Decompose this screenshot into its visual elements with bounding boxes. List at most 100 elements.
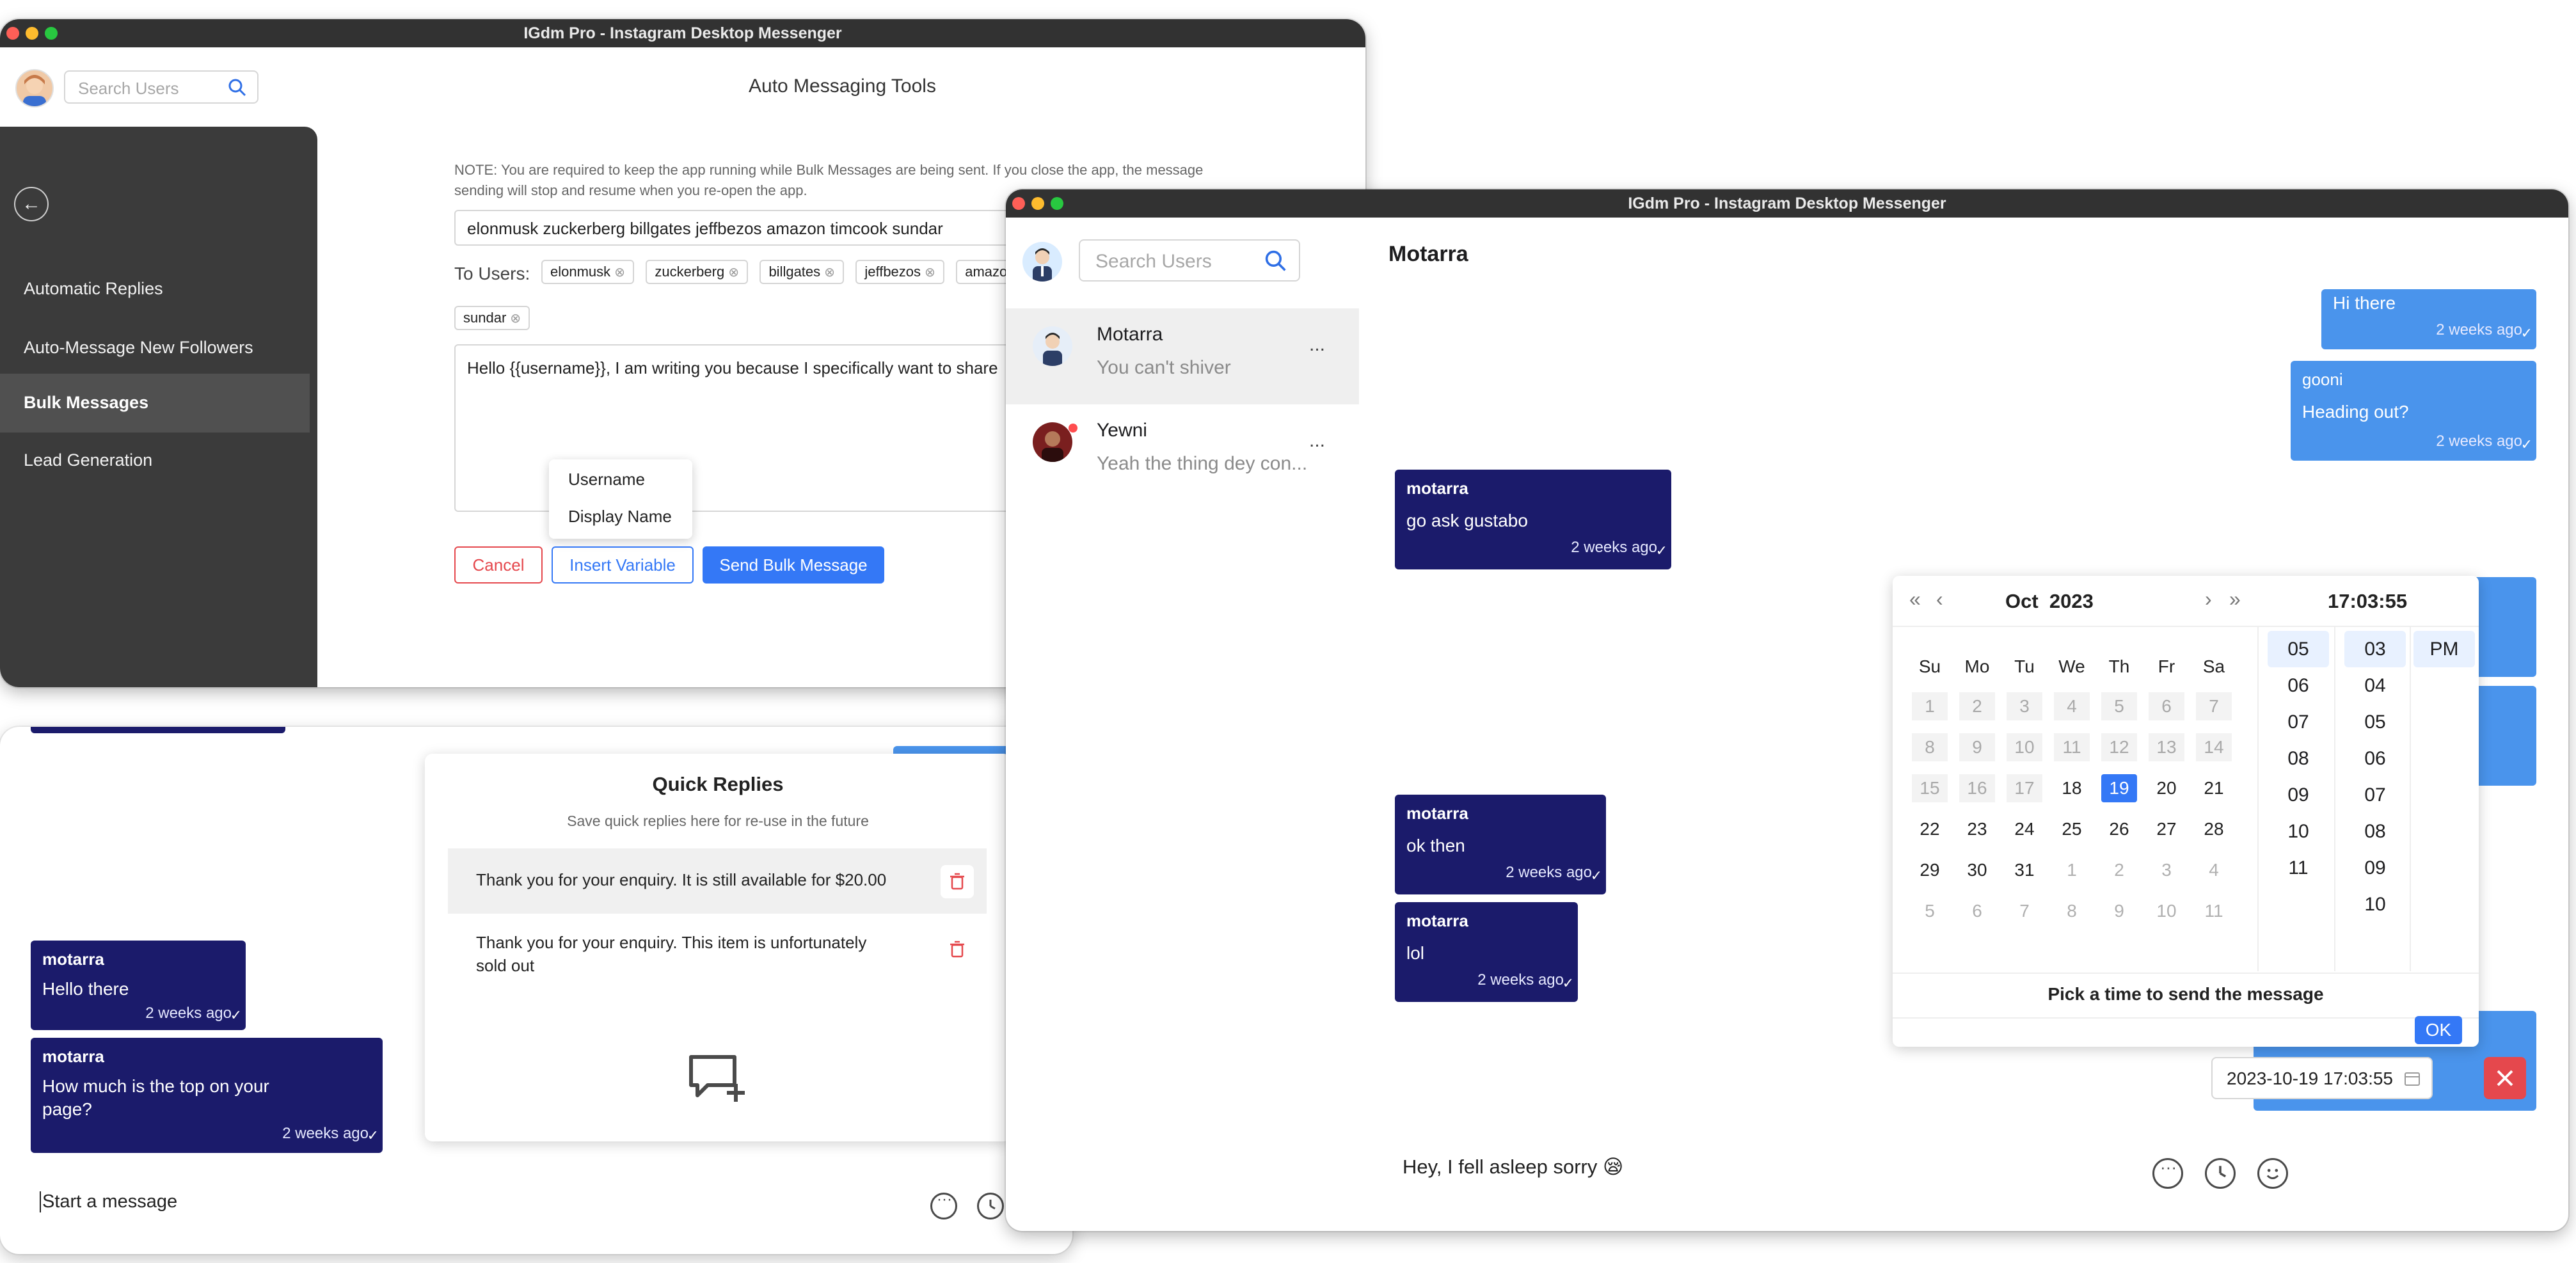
- hour-option[interactable]: 05: [2268, 631, 2329, 667]
- hour-option[interactable]: 07: [2268, 704, 2329, 740]
- calendar-day[interactable]: 23: [1959, 815, 1995, 843]
- calendar-day[interactable]: 27: [2149, 815, 2184, 843]
- close-dot[interactable]: [6, 27, 19, 40]
- more-icon[interactable]: ...: [1309, 430, 1325, 452]
- window-controls[interactable]: [6, 27, 64, 43]
- zoom-dot[interactable]: [1051, 197, 1063, 210]
- minute-option[interactable]: 05: [2344, 704, 2406, 740]
- hour-option[interactable]: 10: [2268, 813, 2329, 850]
- hour-column[interactable]: 05 06 07 08 09 10 11: [2268, 631, 2329, 886]
- next-year-icon[interactable]: »: [2229, 587, 2241, 611]
- message-input[interactable]: Hey, I fell asleep sorry 😪: [1403, 1149, 2106, 1188]
- minute-option[interactable]: 03: [2344, 631, 2406, 667]
- back-icon[interactable]: ←: [14, 187, 49, 221]
- clock-icon[interactable]: [2205, 1158, 2236, 1189]
- avatar[interactable]: [15, 69, 54, 107]
- minute-option[interactable]: 06: [2344, 740, 2406, 777]
- quick-replies-icon[interactable]: ···: [2152, 1157, 2183, 1189]
- prev-month-icon[interactable]: ‹: [1936, 587, 1943, 611]
- calendar-icon[interactable]: [2403, 1070, 2421, 1088]
- calendar-header[interactable]: Oct 2023: [2005, 590, 2094, 613]
- sidebar-item-auto-message-new-followers[interactable]: Auto-Message New Followers: [0, 320, 310, 377]
- search-input[interactable]: Search Users: [78, 79, 179, 99]
- sidebar-item-lead-generation[interactable]: Lead Generation: [0, 433, 310, 490]
- minute-option[interactable]: 09: [2344, 850, 2406, 886]
- remove-chip-icon[interactable]: ⊗: [614, 266, 625, 280]
- trash-icon[interactable]: [941, 933, 974, 966]
- send-bulk-message-button[interactable]: Send Bulk Message: [703, 546, 884, 584]
- calendar-day[interactable]: 26: [2101, 815, 2137, 843]
- calendar-day[interactable]: 28: [2196, 815, 2232, 843]
- search-users[interactable]: Search Users: [64, 70, 258, 104]
- sidebar-item-automatic-replies[interactable]: Automatic Replies: [0, 261, 310, 319]
- calendar-day[interactable]: 31: [2007, 856, 2042, 884]
- clock-icon[interactable]: [977, 1193, 1004, 1219]
- calendar-day[interactable]: 20: [2149, 774, 2184, 802]
- next-month-icon[interactable]: ›: [2205, 587, 2212, 611]
- search-icon[interactable]: [1264, 250, 1287, 273]
- conversation-item-motarra[interactable]: Motarra You can't shiver ...: [1006, 308, 1359, 404]
- calendar-day[interactable]: 18: [2054, 774, 2090, 802]
- meridiem-column[interactable]: PM: [2413, 631, 2475, 667]
- calendar-day[interactable]: 25: [2054, 815, 2090, 843]
- search-users[interactable]: Search Users: [1079, 239, 1300, 282]
- quick-reply-item[interactable]: Thank you for your enquiry. It is still …: [448, 848, 987, 914]
- user-chip[interactable]: zuckerberg ⊗: [646, 260, 748, 284]
- sidebar-item-bulk-messages[interactable]: Bulk Messages: [0, 374, 310, 433]
- calendar-day[interactable]: 30: [1959, 856, 1995, 884]
- avatar[interactable]: [1022, 242, 1062, 282]
- minute-column[interactable]: 03 04 05 06 07 08 09 10: [2344, 631, 2406, 923]
- insert-variable-button[interactable]: Insert Variable: [552, 546, 694, 584]
- user-chip[interactable]: elonmusk ⊗: [541, 260, 634, 284]
- calendar-day[interactable]: 29: [1912, 856, 1948, 884]
- conversation-item-yewni[interactable]: Yewni Yeah the thing dey con... ...: [1006, 404, 1359, 500]
- calendar-day[interactable]: 21: [2196, 774, 2232, 802]
- calendar-day-selected[interactable]: 19: [2101, 774, 2137, 802]
- hour-option[interactable]: 11: [2268, 850, 2329, 886]
- trash-icon[interactable]: [941, 865, 974, 898]
- minute-option[interactable]: 04: [2344, 667, 2406, 704]
- datetime-input[interactable]: 2023-10-19 17:03:55: [2211, 1057, 2433, 1099]
- prev-year-icon[interactable]: «: [1909, 587, 1921, 611]
- window-controls[interactable]: [1012, 197, 1070, 213]
- minute-option[interactable]: 08: [2344, 813, 2406, 850]
- remove-chip-icon[interactable]: ⊗: [925, 266, 935, 280]
- quick-reply-item[interactable]: Thank you for your enquiry. This item is…: [448, 916, 987, 987]
- page-title: Auto Messaging Tools: [749, 75, 936, 97]
- message-input-text: Hey, I fell asleep sorry 😪: [1403, 1156, 1624, 1178]
- minute-option[interactable]: 10: [2344, 886, 2406, 923]
- user-chip[interactable]: sundar ⊗: [454, 306, 530, 330]
- emoji-icon[interactable]: [2257, 1158, 2288, 1189]
- user-chip[interactable]: jeffbezos ⊗: [855, 260, 944, 284]
- cancel-button[interactable]: Cancel: [454, 546, 543, 584]
- remove-chip-icon[interactable]: ⊗: [728, 266, 739, 280]
- calendar-day: 6: [1972, 901, 1982, 921]
- remove-chip-icon[interactable]: ⊗: [824, 266, 835, 280]
- hour-option[interactable]: 08: [2268, 740, 2329, 777]
- minute-option[interactable]: 07: [2344, 777, 2406, 813]
- hour-option[interactable]: 09: [2268, 777, 2329, 813]
- conversation-preview: Yeah the thing dey con...: [1097, 453, 1308, 474]
- zoom-dot[interactable]: [45, 27, 58, 40]
- message-input[interactable]: Start a message: [40, 1188, 871, 1219]
- add-quick-reply-icon[interactable]: [687, 1053, 749, 1104]
- calendar-day[interactable]: 24: [2007, 815, 2042, 843]
- more-icon[interactable]: ...: [1309, 334, 1325, 356]
- minimize-dot[interactable]: [1031, 197, 1044, 210]
- minimize-dot[interactable]: [26, 27, 38, 40]
- clear-schedule-button[interactable]: [2484, 1057, 2526, 1099]
- calendar-day[interactable]: 22: [1912, 815, 1948, 843]
- variable-option-display-name[interactable]: Display Name: [568, 507, 672, 527]
- meridiem-option[interactable]: PM: [2413, 631, 2475, 667]
- remove-chip-icon[interactable]: ⊗: [510, 312, 521, 326]
- close-dot[interactable]: [1012, 197, 1025, 210]
- hour-option[interactable]: 06: [2268, 667, 2329, 704]
- quick-replies-icon[interactable]: ···: [930, 1191, 957, 1219]
- ok-button[interactable]: OK: [2415, 1016, 2462, 1044]
- user-chip[interactable]: billgates ⊗: [759, 260, 844, 284]
- search-icon[interactable]: [228, 78, 247, 97]
- variable-option-username[interactable]: Username: [568, 470, 645, 489]
- search-input[interactable]: Search Users: [1095, 251, 1212, 273]
- message-bubble: motarra How much is the top on your page…: [31, 1038, 383, 1153]
- quick-replies-panel: Quick Replies Save quick replies here fo…: [425, 754, 1011, 1141]
